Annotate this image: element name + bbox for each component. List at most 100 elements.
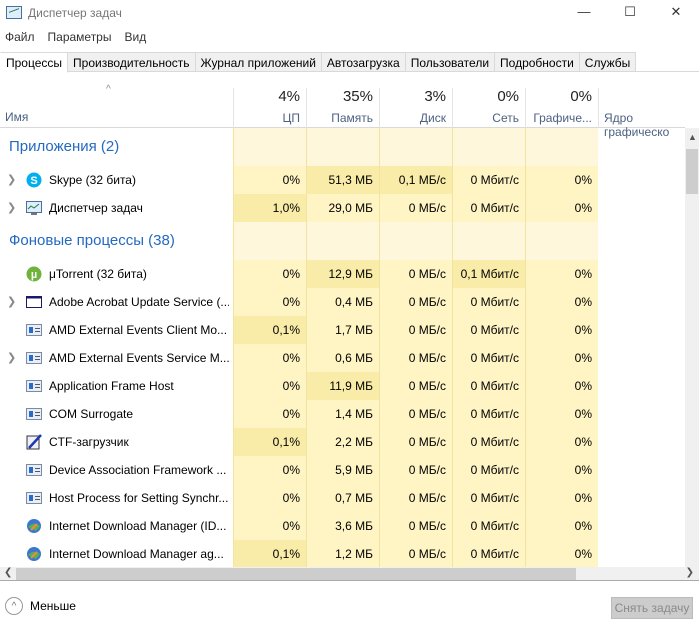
table-header: ^ Имя 4% ЦП 35% Память 3% Диск 0% Сеть 0% Графиче… [0, 72, 685, 139]
gpu-value: 0% [525, 372, 598, 400]
group-cell [233, 222, 306, 260]
gpu-value: 0% [525, 540, 598, 567]
table-row[interactable]: COM Surrogate 0% 1,4 МБ 0 МБ/с 0 Мбит/с 0% [0, 400, 685, 428]
close-button[interactable]: ✕ [653, 0, 699, 26]
memory-value: 3,6 МБ [306, 512, 379, 540]
column-header[interactable]: 35% Память [306, 88, 379, 128]
minimize-button[interactable]: — [561, 0, 607, 26]
table-row[interactable]: Internet Download Manager (ID... 0% 3,6 МБ… [0, 512, 685, 540]
tab-details[interactable]: Подробности [495, 52, 580, 72]
chevron-right-icon[interactable]: ❯ [7, 166, 16, 194]
horizontal-scrollbar[interactable]: ❮ ❯ [0, 567, 699, 581]
network-value: 0 Мбит/с [452, 344, 525, 372]
memory-value: 1,2 МБ [306, 540, 379, 567]
column-name[interactable]: Имя [5, 110, 28, 124]
menu-options[interactable]: Параметры [48, 26, 112, 46]
process-name: Internet Download Manager (ID... [49, 519, 227, 533]
column-usage: 4% [278, 88, 300, 105]
table-row[interactable]: ❯ S Skype (32 бита) 0% 51,3 МБ 0,1 МБ/с 0 Мбит… [0, 166, 685, 194]
network-value: 0 Мбит/с [452, 166, 525, 194]
cpu-value: 0% [233, 166, 306, 194]
scroll-thumb-horizontal[interactable] [16, 568, 576, 580]
chevron-right-icon[interactable]: ❯ [7, 344, 16, 372]
scroll-left-icon[interactable]: ❮ [4, 567, 12, 578]
process-name: Device Association Framework ... [49, 463, 227, 477]
table-row[interactable]: Application Frame Host 0% 11,9 МБ 0 МБ/с 0 М… [0, 372, 685, 400]
group-cell [233, 128, 306, 166]
svg-text:S: S [30, 175, 37, 187]
cpu-value: 0% [233, 400, 306, 428]
memory-value: 0,6 МБ [306, 344, 379, 372]
disk-value: 0 МБ/с [379, 372, 452, 400]
vertical-scrollbar[interactable]: ▲ [685, 128, 699, 567]
table-row[interactable]: Device Association Framework ... 0% 5,9 МБ… [0, 456, 685, 484]
utorrent-icon: µ [26, 266, 43, 282]
group-cell [452, 222, 525, 260]
cpu-value: 0% [233, 484, 306, 512]
process-name: Host Process for Setting Synchr... [49, 491, 229, 505]
tab-processes[interactable]: Процессы [0, 52, 69, 73]
scroll-up-icon[interactable]: ▲ [688, 132, 697, 142]
gpu-value: 0% [525, 316, 598, 344]
process-name: CTF-загрузчик [49, 435, 129, 449]
fewer-details-button[interactable]: ^ Меньше [5, 597, 76, 615]
memory-value: 29,0 МБ [306, 194, 379, 222]
network-value: 0 Мбит/с [452, 194, 525, 222]
tab-services[interactable]: Службы [579, 52, 637, 72]
table-row[interactable]: Internet Download Manager ag... 0,1% 1,2 М… [0, 540, 685, 567]
cpu-value: 0% [233, 260, 306, 288]
table-row[interactable]: AMD External Events Client Mo... 0,1% 1,7 … [0, 316, 685, 344]
menu-view[interactable]: Вид [124, 26, 146, 46]
gpu-value: 0% [525, 344, 598, 372]
group-cell [379, 128, 452, 166]
tab-app-history[interactable]: Журнал приложений [195, 52, 322, 72]
gpu-value: 0% [525, 484, 598, 512]
gpu-value: 0% [525, 194, 598, 222]
table-row[interactable]: µ μTorrent (32 бита) 0% 12,9 МБ 0 МБ/с 0,1 Мб… [0, 260, 685, 288]
process-name: Диспетчер задач [49, 201, 143, 215]
disk-value: 0 МБ/с [379, 456, 452, 484]
scroll-right-icon[interactable]: ❯ [686, 567, 694, 578]
disk-value: 0 МБ/с [379, 400, 452, 428]
column-label: ЦП [282, 111, 300, 125]
maximize-button[interactable]: ☐ [607, 0, 653, 26]
column-header[interactable]: 3% Диск [379, 88, 452, 128]
process-name: Internet Download Manager ag... [49, 547, 224, 561]
network-value: 0 Мбит/с [452, 400, 525, 428]
table-row[interactable]: ❯ Диспетчер задач 1,0% 29,0 МБ 0 МБ/с 0 Мбит/… [0, 194, 685, 222]
network-value: 0 Мбит/с [452, 288, 525, 316]
service-icon [26, 350, 43, 366]
title-bar: Диспетчер задач — ☐ ✕ [0, 0, 699, 26]
group-title: Фоновые процессы (38) [9, 232, 175, 249]
group-cell [379, 222, 452, 260]
column-header[interactable]: 0% Графиче... [525, 88, 598, 128]
cpu-value: 0% [233, 288, 306, 316]
table-row[interactable]: ❯ Adobe Acrobat Update Service (... 0% 0,4 … [0, 288, 685, 316]
table-row[interactable]: CTF-загрузчик 0,1% 2,2 МБ 0 МБ/с 0 Мбит/с 0% [0, 428, 685, 456]
memory-value: 5,9 МБ [306, 456, 379, 484]
gpu-value: 0% [525, 260, 598, 288]
column-header[interactable]: 0% Сеть [452, 88, 525, 128]
process-name: μTorrent (32 бита) [49, 267, 147, 281]
tab-performance[interactable]: Производительность [68, 52, 196, 72]
scroll-thumb[interactable] [686, 149, 698, 194]
end-task-button[interactable]: Снять задачу [611, 597, 693, 619]
table-row[interactable]: ❯ AMD External Events Service M... 0% 0,6 М… [0, 344, 685, 372]
chevron-right-icon[interactable]: ❯ [7, 194, 16, 222]
chevron-right-icon[interactable]: ❯ [7, 288, 16, 316]
tab-startup[interactable]: Автозагрузка [321, 52, 406, 72]
process-name: Adobe Acrobat Update Service (... [49, 295, 229, 309]
table-row[interactable]: Host Process for Setting Synchr... 0% 0,7 … [0, 484, 685, 512]
column-usage: 3% [424, 88, 446, 105]
tab-users[interactable]: Пользователи [405, 52, 496, 72]
gpu-value: 0% [525, 400, 598, 428]
footer: ^ Меньше Снять задачу [0, 582, 699, 629]
memory-value: 0,7 МБ [306, 484, 379, 512]
column-label: Графиче... [533, 111, 592, 125]
column-header[interactable]: Ядро графическо [598, 88, 685, 139]
menu-file[interactable]: Файл [5, 26, 35, 46]
column-usage: 0% [497, 88, 519, 105]
network-value: 0 Мбит/с [452, 316, 525, 344]
sort-arrow-icon: ^ [106, 84, 111, 95]
column-header[interactable]: 4% ЦП [233, 88, 306, 128]
